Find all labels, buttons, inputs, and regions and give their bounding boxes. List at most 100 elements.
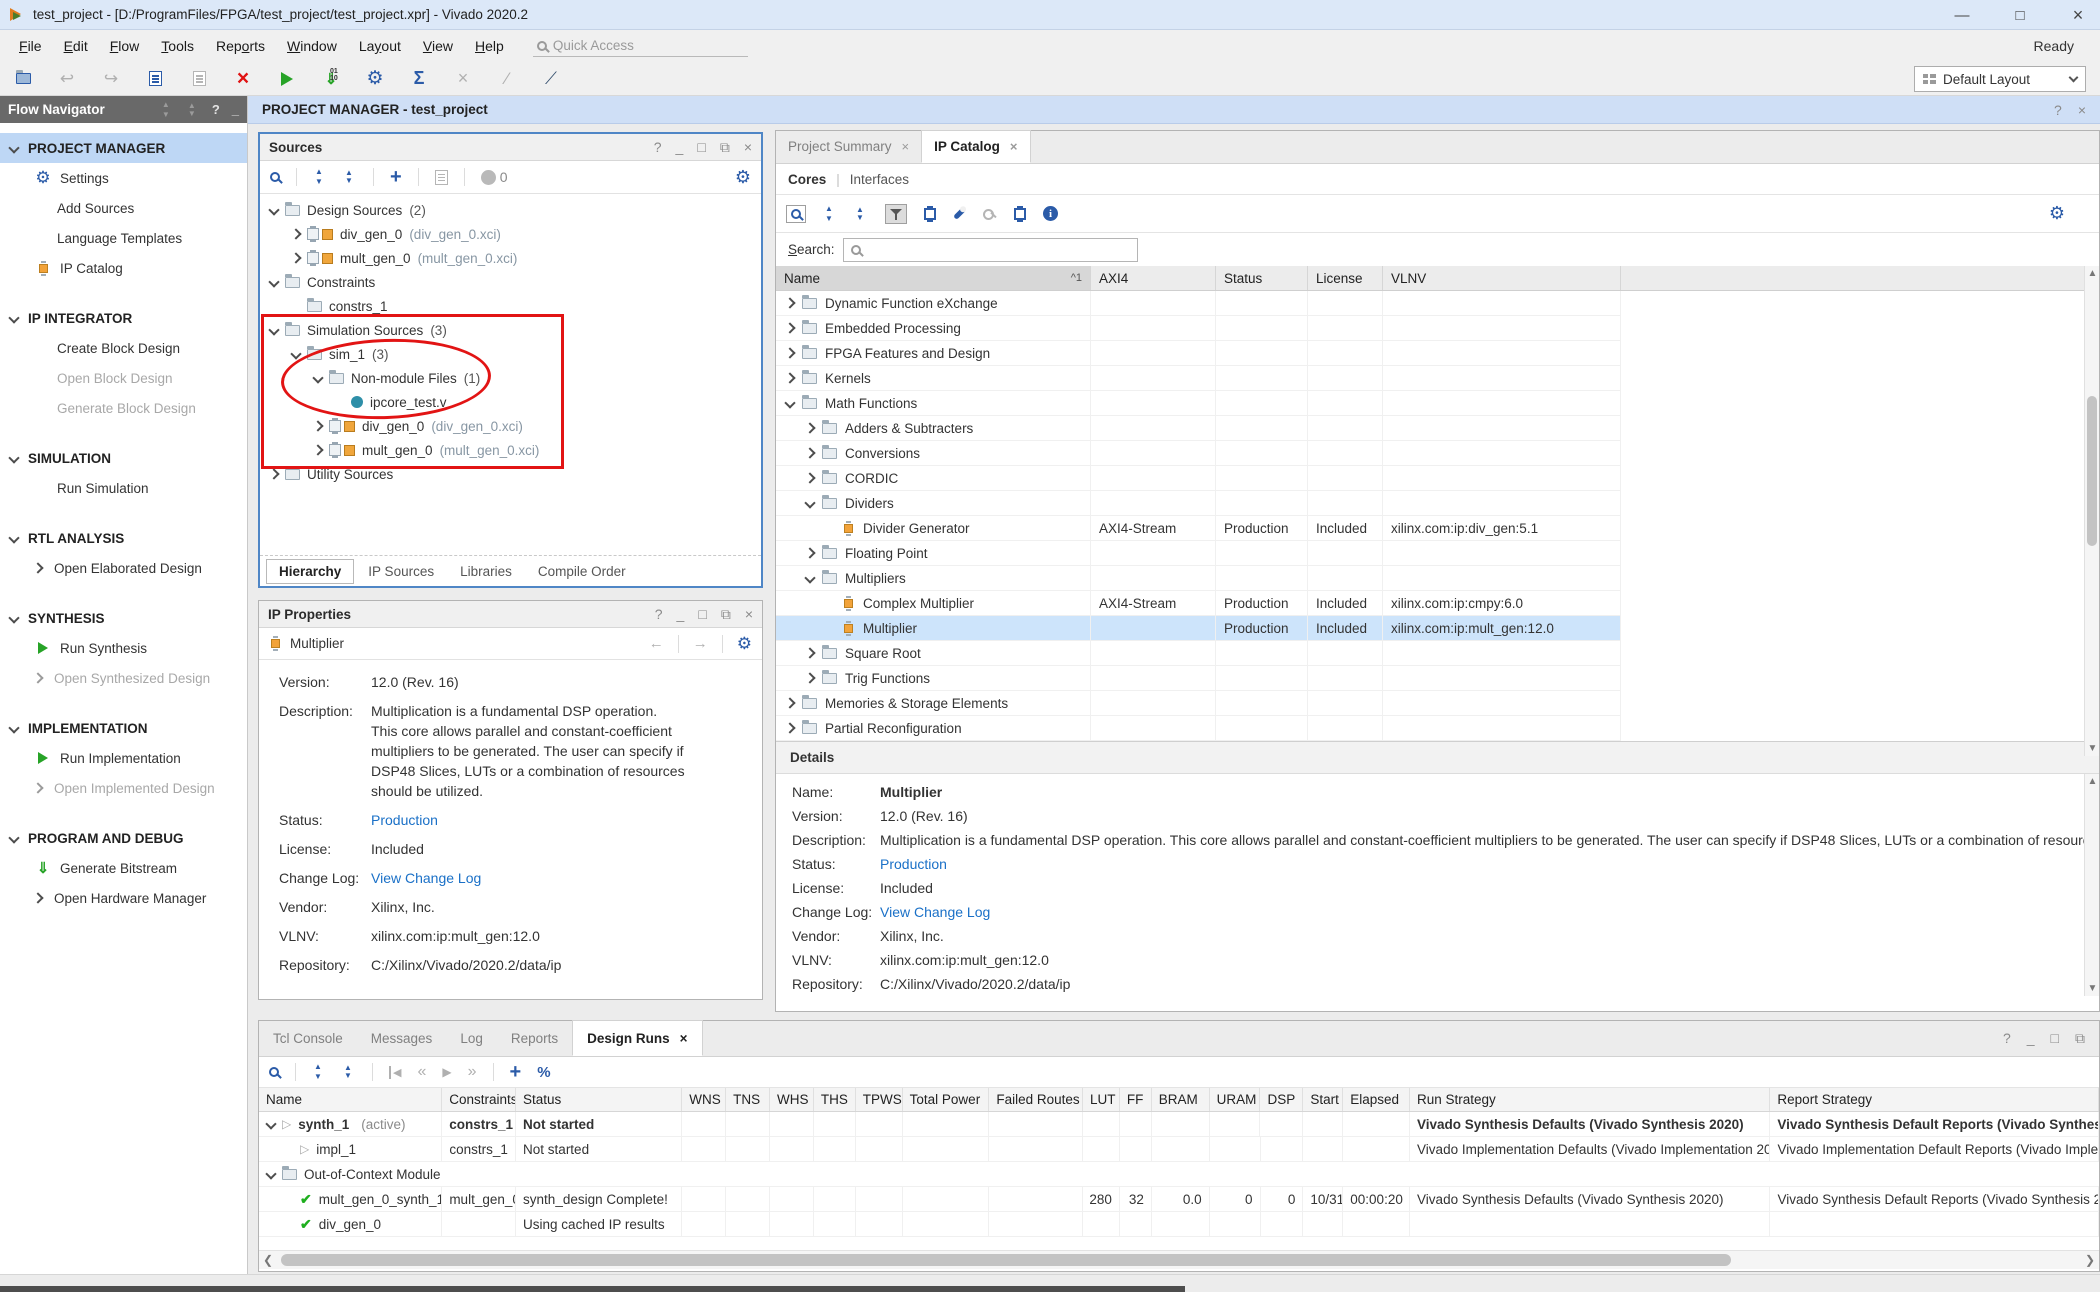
catalog-row-partial-reconfiguration[interactable]: Partial Reconfiguration — [776, 716, 1621, 741]
nav-item-run-synthesis[interactable]: Run Synthesis — [0, 633, 247, 663]
tab-ip-catalog[interactable]: IP Catalog× — [921, 130, 1030, 163]
nav-item-open-implemented-design[interactable]: Open Implemented Design — [0, 773, 247, 803]
column-header-status[interactable]: Status — [516, 1088, 682, 1111]
nav-item-open-block-design[interactable]: Open Block Design — [0, 363, 247, 393]
nav-item-open-hardware-manager[interactable]: Open Hardware Manager — [0, 883, 247, 913]
chevron-down-icon[interactable] — [804, 572, 815, 583]
field-value[interactable]: View Change Log — [880, 904, 1020, 921]
collapse-all-icon[interactable] — [313, 170, 327, 184]
tab-messages[interactable]: Messages — [357, 1020, 447, 1056]
column-header-license[interactable]: License — [1308, 266, 1383, 290]
minimize-panel-icon[interactable]: _ — [2027, 1030, 2035, 1046]
design-run-row-synth-1[interactable]: ▷synth_1(active)constrs_1Not startedViva… — [259, 1112, 2099, 1137]
menu-help[interactable]: Help — [464, 34, 515, 58]
chevron-right-icon[interactable] — [804, 672, 815, 683]
catalog-scrollbar[interactable]: ▲ ▼ — [2084, 266, 2099, 756]
column-header-name[interactable]: Name^1 — [776, 266, 1091, 290]
column-header-axi4[interactable]: AXI4 — [1091, 266, 1216, 290]
column-header-dsp[interactable]: DSP — [1260, 1088, 1303, 1111]
minimize-panel-icon[interactable]: _ — [677, 606, 685, 622]
catalog-row-dividers[interactable]: Dividers — [776, 491, 1621, 516]
chevron-right-icon[interactable] — [804, 472, 815, 483]
chevron-right-icon[interactable] — [290, 252, 301, 263]
catalog-row-multiplier[interactable]: MultiplierProductionIncludedxilinx.com:i… — [776, 616, 1621, 641]
chevron-right-icon[interactable] — [804, 647, 815, 658]
design-run-row-mult-gen-0-synth-1[interactable]: ✔mult_gen_0_synth_1mult_gen_0synth_desig… — [259, 1187, 2099, 1212]
chevron-right-icon[interactable] — [784, 322, 795, 333]
float-panel-icon[interactable]: ⧉ — [721, 606, 731, 623]
nav-item-generate-block-design[interactable]: Generate Block Design — [0, 393, 247, 423]
nav-section-ip-integrator[interactable]: IP INTEGRATOR — [0, 303, 247, 333]
column-header-tpws[interactable]: TPWS — [856, 1088, 903, 1111]
chevron-right-icon[interactable] — [32, 782, 43, 793]
catalog-row-adders-subtracters[interactable]: Adders & Subtracters — [776, 416, 1621, 441]
maximize-panel-icon[interactable]: □ — [698, 606, 706, 622]
column-header-wns[interactable]: WNS — [682, 1088, 726, 1111]
abort-icon[interactable]: × — [232, 68, 254, 90]
close-icon[interactable]: × — [902, 139, 910, 154]
nav-item-language-templates[interactable]: Language Templates — [0, 223, 247, 253]
nav-section-synthesis[interactable]: SYNTHESIS — [0, 603, 247, 633]
settings-gear-icon[interactable]: ⚙ — [364, 68, 386, 90]
catalog-row-trig-functions[interactable]: Trig Functions — [776, 666, 1621, 691]
nav-section-program-and-debug[interactable]: PROGRAM AND DEBUG — [0, 823, 247, 853]
help-icon[interactable]: ? — [212, 102, 220, 117]
float-panel-icon[interactable]: ⧉ — [720, 139, 730, 156]
column-header-start[interactable]: Start — [1303, 1088, 1343, 1111]
nav-item-settings[interactable]: ⚙Settings — [0, 163, 247, 193]
help-icon[interactable]: ? — [655, 606, 663, 622]
column-header-constraints[interactable]: Constraints — [442, 1088, 516, 1111]
menu-tools[interactable]: Tools — [150, 34, 205, 58]
catalog-search-input[interactable] — [843, 238, 1138, 262]
add-sources-icon[interactable]: + — [390, 166, 402, 189]
float-panel-icon[interactable]: ⧉ — [2075, 1030, 2085, 1047]
customize-ip-icon[interactable] — [953, 207, 966, 220]
nav-item-generate-bitstream[interactable]: ⇓Generate Bitstream — [0, 853, 247, 883]
close-icon[interactable]: × — [1010, 139, 1018, 154]
chevron-down-icon[interactable] — [268, 276, 279, 287]
filter-icon[interactable] — [885, 204, 907, 224]
catalog-row-math-functions[interactable]: Math Functions — [776, 391, 1621, 416]
column-header-tns[interactable]: TNS — [726, 1088, 770, 1111]
catalog-row-dynamic-function-exchange[interactable]: Dynamic Function eXchange — [776, 291, 1621, 316]
menu-edit[interactable]: Edit — [53, 34, 99, 58]
window-minimize-button[interactable]: — — [1948, 7, 1976, 24]
catalog-row-memories-storage-elements[interactable]: Memories & Storage Elements — [776, 691, 1621, 716]
chevron-down-icon[interactable] — [8, 612, 19, 623]
tab-project-summary[interactable]: Project Summary× — [776, 130, 921, 163]
create-run-icon[interactable]: + — [510, 1061, 522, 1084]
forward-icon[interactable]: → — [693, 635, 708, 652]
nav-section-project-manager[interactable]: PROJECT MANAGER — [0, 133, 247, 163]
sources-panel-header[interactable]: Sources ? _ □ ⧉ × — [260, 134, 761, 161]
column-header-bram[interactable]: BRAM — [1152, 1088, 1210, 1111]
menu-view[interactable]: View — [412, 34, 464, 58]
nav-item-run-implementation[interactable]: Run Implementation — [0, 743, 247, 773]
tab-design-runs[interactable]: Design Runs× — [572, 1020, 702, 1056]
nav-section-rtl-analysis[interactable]: RTL ANALYSIS — [0, 523, 247, 553]
run-icon[interactable] — [276, 68, 298, 90]
design-run-row-impl-1[interactable]: ▷impl_1constrs_1Not startedVivado Implem… — [259, 1137, 2099, 1162]
field-value[interactable]: Production — [880, 856, 977, 873]
menu-file[interactable]: File — [8, 34, 53, 58]
layout-selector[interactable]: Default Layout — [1914, 66, 2086, 92]
expand-all-icon[interactable] — [342, 1065, 356, 1079]
nav-section-implementation[interactable]: IMPLEMENTATION — [0, 713, 247, 743]
column-header-ff[interactable]: FF — [1120, 1088, 1152, 1111]
catalog-row-cordic[interactable]: CORDIC — [776, 466, 1621, 491]
chevron-right-icon[interactable] — [32, 562, 43, 573]
expand-all-icon[interactable] — [854, 207, 868, 221]
nav-item-add-sources[interactable]: Add Sources — [0, 193, 247, 223]
cursor-tool-icon[interactable]: ⟋ — [540, 68, 562, 90]
chevron-right-icon[interactable] — [32, 672, 43, 683]
search-icon[interactable] — [269, 1067, 279, 1077]
column-header-run[interactable]: Run Strategy — [1410, 1088, 1770, 1111]
column-header-lut[interactable]: LUT — [1083, 1088, 1120, 1111]
expand-all-icon[interactable] — [343, 170, 357, 184]
tab-tcl-console[interactable]: Tcl Console — [259, 1020, 357, 1056]
generate-bitstream-icon[interactable]: ⇓0110 — [320, 68, 342, 90]
nav-section-simulation[interactable]: SIMULATION — [0, 443, 247, 473]
catalog-row-multipliers[interactable]: Multipliers — [776, 566, 1621, 591]
design-run-row-div-gen-0[interactable]: ✔div_gen_0Using cached IP results — [259, 1212, 2099, 1237]
chevron-down-icon[interactable] — [8, 312, 19, 323]
column-header-report[interactable]: Report Strategy — [1770, 1088, 2099, 1111]
